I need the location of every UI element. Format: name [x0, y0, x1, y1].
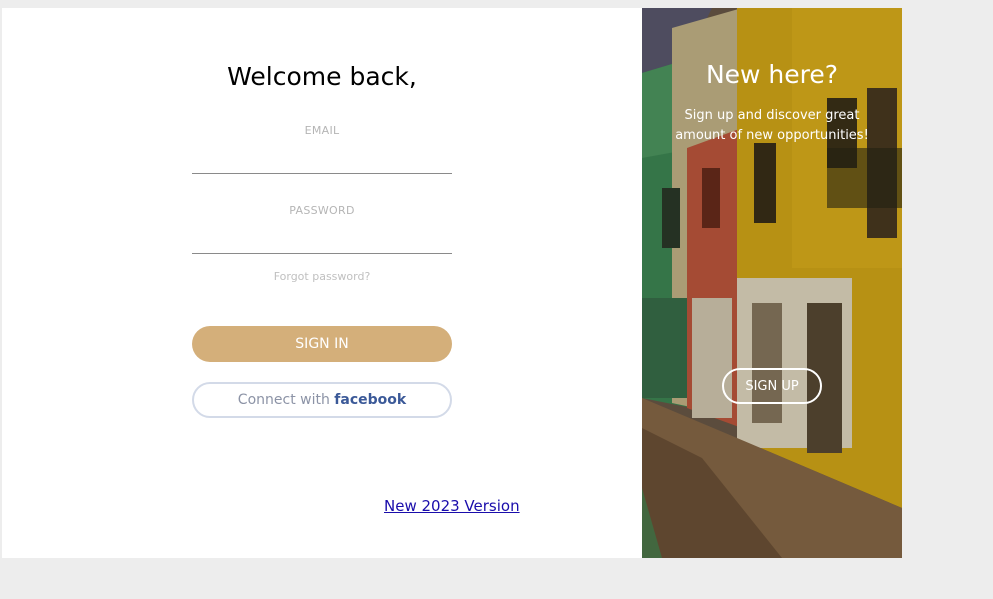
signup-panel: New here? Sign up and discover great amo…	[642, 8, 902, 558]
facebook-connect-button[interactable]: Connect with facebook	[192, 382, 452, 418]
email-label: EMAIL	[304, 124, 340, 137]
sign-up-button[interactable]: SIGN UP	[722, 368, 822, 404]
signup-panel-content: New here? Sign up and discover great amo…	[642, 8, 902, 558]
email-field-group: EMAIL	[192, 124, 452, 174]
login-card: Welcome back, EMAIL PASSWORD Forgot pass…	[2, 8, 902, 558]
facebook-connect-label: Connect with	[237, 392, 330, 408]
signup-panel-text: Sign up and discover great amount of new…	[675, 108, 869, 143]
facebook-brand-text: facebook	[334, 392, 407, 408]
email-input[interactable]	[192, 145, 452, 174]
forgot-password-link[interactable]: Forgot password?	[2, 270, 642, 283]
password-label: PASSWORD	[289, 204, 355, 217]
password-field-group: PASSWORD	[192, 204, 452, 254]
new-version-link[interactable]: New 2023 Version	[384, 497, 520, 515]
sign-in-button[interactable]: SIGN IN	[192, 326, 452, 362]
page-title: Welcome back,	[227, 62, 417, 91]
password-input[interactable]	[192, 225, 452, 254]
signup-panel-title: New here?	[705, 60, 839, 89]
sign-in-form: Welcome back, EMAIL PASSWORD Forgot pass…	[2, 8, 642, 558]
